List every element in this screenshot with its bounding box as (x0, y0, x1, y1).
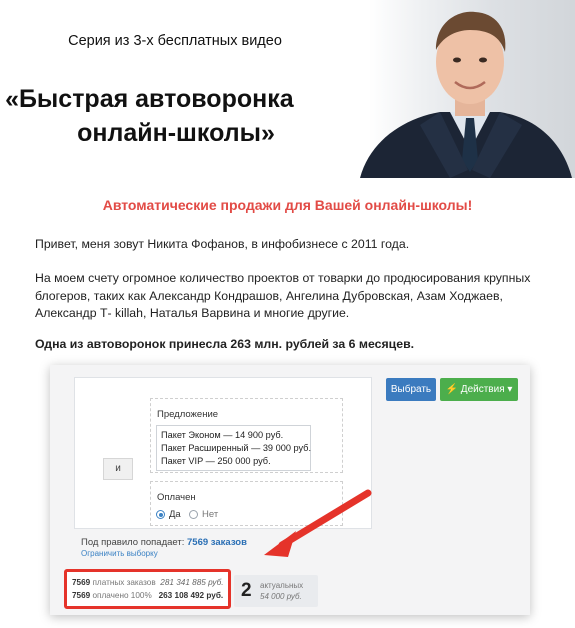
stat-row: 7569 оплачено 100% 263 108 492 руб. (72, 589, 223, 602)
stat-label: платных заказов (92, 578, 156, 587)
actual-orders-stats: 2 актуальных 54 000 руб. (234, 575, 318, 607)
radio-no[interactable]: Нет (189, 509, 218, 520)
rule-prefix: Под правило попадает: (81, 537, 185, 548)
sales-headline: Автоматические продажи для Вашей онлайн-… (102, 197, 473, 213)
rule-summary: Под правило попадает: 7569 заказов (81, 537, 247, 548)
intro-paragraph: Привет, меня зовут Никита Фофанов, в инф… (35, 237, 410, 251)
stat-row: 7569 платных заказов 281 341 885 руб. (72, 576, 224, 589)
radio-yes-label: Да (169, 509, 181, 520)
paid-condition: Оплачен Да Нет (150, 481, 343, 526)
offer-item[interactable]: Пакет VIP — 250 000 руб. (161, 455, 306, 468)
author-photo (300, 0, 575, 178)
filter-panel: и Предложение Пакет Эконом — 14 900 руб.… (74, 377, 372, 529)
series-subtitle: Серия из 3-х бесплатных видео (68, 33, 282, 49)
paid-label: Оплачен (157, 492, 196, 503)
stat-count: 7569 (72, 591, 91, 600)
actions-button[interactable]: ⚡ Действия ▾ (440, 378, 518, 401)
radio-yes[interactable]: Да (156, 509, 181, 520)
stat-count: 7569 (72, 578, 91, 587)
radio-empty-icon (189, 510, 198, 519)
highlight-paragraph: Одна из автоворонок принесла 263 млн. ру… (35, 337, 415, 351)
offer-list[interactable]: Пакет Эконом — 14 900 руб. Пакет Расшире… (156, 425, 311, 471)
actual-count: 2 (241, 580, 252, 601)
actual-amount: 54 000 руб. (260, 592, 302, 601)
limit-selection-link[interactable]: Ограничить выборку (81, 549, 158, 558)
rule-count: 7569 заказов (187, 537, 247, 548)
and-button[interactable]: и (103, 458, 133, 480)
stat-label: оплачено 100% (92, 591, 152, 600)
actual-label: актуальных (260, 581, 304, 590)
stat-amount: 263 108 492 руб. (158, 591, 224, 600)
offer-item[interactable]: Пакет Расширенный — 39 000 руб. (161, 442, 311, 455)
crm-screenshot: и Предложение Пакет Эконом — 14 900 руб.… (50, 365, 530, 615)
offer-label: Предложение (157, 409, 219, 420)
stat-amount: 281 341 885 руб. (160, 578, 224, 587)
radio-no-label: Нет (202, 509, 219, 520)
hero-banner: Серия из 3-х бесплатных видео «Быстрая а… (0, 0, 575, 178)
radio-selected-icon (156, 510, 165, 519)
projects-paragraph: На моем счету огромное количество проект… (35, 271, 531, 320)
paid-orders-stats: 7569 платных заказов 281 341 885 руб. 75… (64, 569, 231, 609)
offer-item[interactable]: Пакет Эконом — 14 900 руб. (161, 429, 306, 442)
offer-condition: Предложение Пакет Эконом — 14 900 руб. П… (150, 398, 343, 473)
choose-button[interactable]: Выбрать (386, 378, 436, 401)
